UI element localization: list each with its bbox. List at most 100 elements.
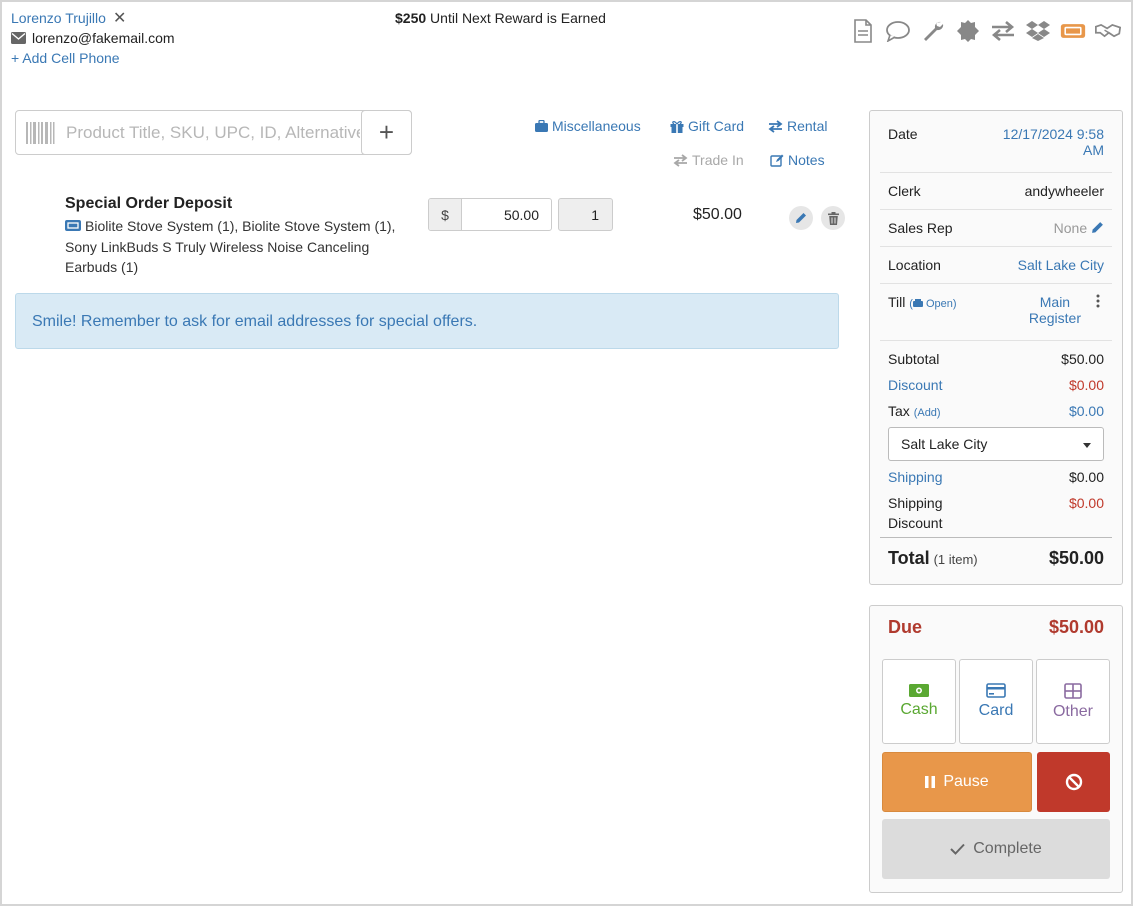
credit-card-icon: [986, 683, 1006, 698]
date-label: Date: [888, 126, 918, 142]
trash-icon: [827, 211, 839, 225]
gift-card-button[interactable]: Gift Card: [670, 118, 744, 134]
subtotal-label: Subtotal: [888, 351, 940, 367]
cash-button[interactable]: Cash: [882, 659, 956, 744]
other-label: Other: [1052, 702, 1093, 720]
quantity-field[interactable]: 1: [558, 198, 613, 231]
briefcase-icon: [535, 120, 548, 132]
divider: [880, 172, 1112, 173]
line-item-title: Special Order Deposit: [65, 195, 233, 212]
sales-rep-value[interactable]: None: [1054, 220, 1104, 236]
top-toolbar: [850, 18, 1121, 44]
due-value: $50.00: [1048, 617, 1104, 637]
wrench-icon[interactable]: [920, 18, 946, 44]
line-item-total: $50.00: [693, 206, 742, 223]
pause-button[interactable]: Pause: [882, 752, 1032, 812]
drawer-icon: [912, 299, 923, 307]
cash-label: Cash: [900, 701, 938, 718]
pencil-icon: [1092, 222, 1103, 233]
till-value-line2: Register: [1028, 310, 1081, 326]
product-search: +: [15, 110, 412, 155]
till-value-line1: Main: [1039, 294, 1071, 310]
till-label-group: Till ( Open): [888, 294, 957, 310]
miscellaneous-button[interactable]: Miscellaneous: [535, 118, 641, 134]
till-value[interactable]: Main Register: [1029, 294, 1081, 326]
transfer-icon: [673, 153, 688, 167]
tax-value[interactable]: $0.00: [1069, 403, 1104, 419]
handshake-icon[interactable]: [1095, 18, 1121, 44]
shipping-discount-line2: Discount: [888, 515, 943, 531]
remove-customer-icon[interactable]: ✕: [113, 8, 126, 28]
tax-location-select[interactable]: Salt Lake City: [888, 427, 1104, 461]
total-items: (1 item): [933, 552, 978, 567]
card-label: Card: [978, 702, 1014, 719]
checkmark-icon: [950, 843, 965, 855]
add-tax-link[interactable]: (Add): [914, 407, 941, 419]
date-value[interactable]: 12/17/2024 9:58 AM: [974, 126, 1104, 158]
customer-name-link[interactable]: Lorenzo Trujillo: [11, 10, 106, 26]
till-status[interactable]: ( Open): [909, 298, 956, 310]
chat-icon[interactable]: [885, 18, 911, 44]
total-value: $50.00: [1048, 548, 1104, 568]
rental-button[interactable]: Rental: [768, 118, 827, 134]
location-label: Location: [888, 257, 941, 273]
divider: [880, 209, 1112, 210]
add-cell-phone-link[interactable]: + Add Cell Phone: [11, 50, 120, 66]
more-options-icon[interactable]: [1096, 294, 1100, 311]
location-value[interactable]: Salt Lake City: [1018, 257, 1104, 273]
divider: [880, 537, 1112, 538]
tax-label-group: Tax (Add): [888, 403, 941, 419]
currency-addon: $: [429, 199, 462, 230]
edit-icon: [770, 154, 784, 167]
sales-rep-value-text: None: [1053, 220, 1088, 236]
reward-status: $250 Until Next Reward is Earned: [395, 10, 606, 26]
cancel-sale-button[interactable]: [1037, 752, 1110, 812]
divider: [880, 340, 1112, 341]
card-button[interactable]: Card: [959, 659, 1033, 744]
transfer-icon[interactable]: [990, 18, 1016, 44]
grid-icon: [1064, 682, 1082, 699]
document-icon[interactable]: [850, 18, 876, 44]
dropbox-icon[interactable]: [1025, 18, 1051, 44]
discount-link[interactable]: Discount: [888, 377, 942, 393]
edit-line-item-button[interactable]: [789, 206, 813, 230]
shipping-discount-label: Shipping Discount: [888, 493, 943, 533]
notes-label: Notes: [788, 152, 825, 168]
till-label: Till: [888, 294, 906, 310]
sales-rep-label: Sales Rep: [888, 220, 953, 236]
shipping-link[interactable]: Shipping: [888, 469, 943, 485]
price-input[interactable]: 50.00: [462, 199, 551, 230]
ticket-icon: [65, 220, 81, 231]
clerk-label: Clerk: [888, 183, 921, 199]
delete-line-item-button[interactable]: [821, 206, 845, 230]
add-product-button[interactable]: +: [361, 110, 412, 155]
price-field: $ 50.00: [428, 198, 552, 231]
other-button[interactable]: Other: [1036, 659, 1110, 744]
trade-in-button[interactable]: Trade In: [673, 152, 744, 168]
badge-icon[interactable]: [955, 18, 981, 44]
product-search-input[interactable]: [64, 111, 362, 154]
transfer-icon: [768, 119, 783, 133]
ban-icon: [1065, 773, 1082, 791]
complete-label: Complete: [973, 840, 1042, 857]
barcode-icon: [16, 111, 64, 154]
reward-text: Until Next Reward is Earned: [426, 10, 606, 26]
line-item-description-text: Biolite Stove System (1), Biolite Stove …: [65, 218, 396, 275]
line-item-description: Biolite Stove System (1), Biolite Stove …: [65, 216, 410, 278]
shipping-discount-line1: Shipping: [888, 495, 943, 511]
discount-value: $0.00: [1068, 377, 1104, 393]
till-status-text: Open: [926, 298, 953, 310]
date-value-line1: 12/17/2024 9:58: [1002, 126, 1104, 142]
reward-amount: $250: [395, 10, 427, 26]
date-value-line2: AM: [1083, 142, 1104, 158]
miscellaneous-label: Miscellaneous: [552, 118, 641, 134]
ticket-icon[interactable]: [1060, 18, 1086, 44]
payment-panel: Due $50.00 Cash Card Other Pause Complet…: [869, 605, 1123, 893]
complete-button[interactable]: Complete: [882, 819, 1110, 879]
notes-button[interactable]: Notes: [770, 152, 825, 168]
shipping-value: $0.00: [1068, 469, 1104, 485]
total-label-group: Total (1 item): [888, 548, 978, 569]
shipping-discount-value: $0.00: [1068, 495, 1104, 511]
customer-email-text: lorenzo@fakemail.com: [32, 30, 175, 46]
subtotal-value: $50.00: [1061, 351, 1104, 367]
